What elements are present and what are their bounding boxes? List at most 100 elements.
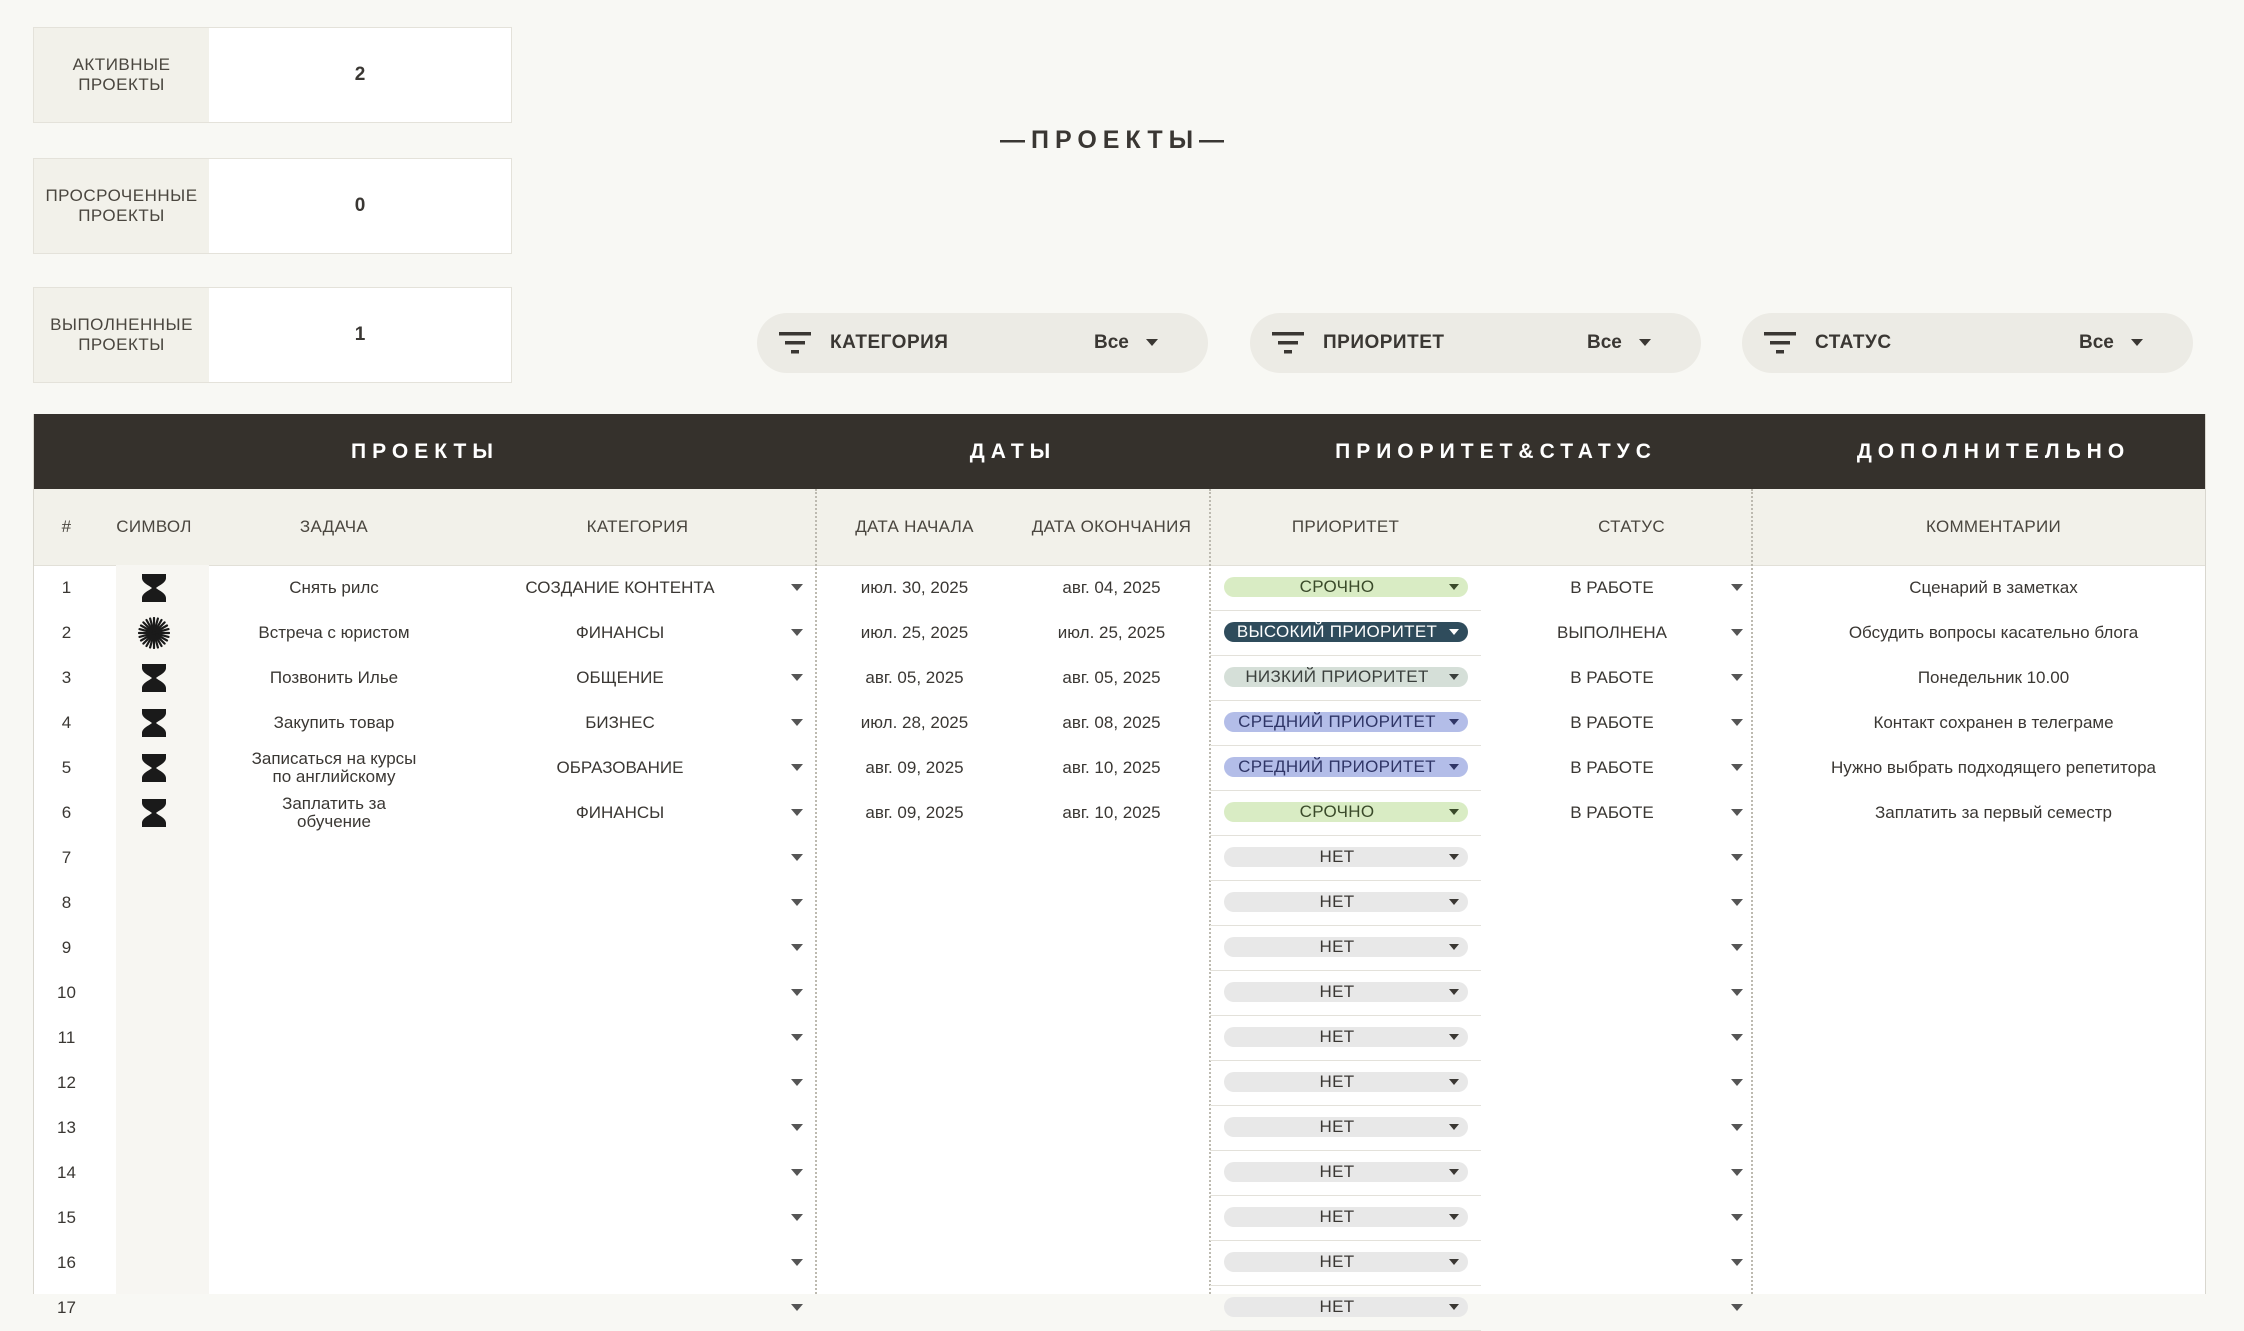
symbol-cell[interactable] <box>99 565 209 610</box>
start-date-cell[interactable]: авг. 09, 2025 <box>816 745 1013 790</box>
chevron-down-icon[interactable] <box>1731 629 1743 636</box>
chevron-down-icon[interactable] <box>791 629 803 636</box>
task-cell[interactable]: Закупить товар <box>209 700 459 745</box>
start-date-cell[interactable] <box>816 1150 1013 1195</box>
chevron-down-icon[interactable] <box>2131 339 2143 346</box>
chevron-down-icon[interactable] <box>1639 339 1651 346</box>
symbol-cell[interactable] <box>99 1150 209 1195</box>
status-cell[interactable] <box>1481 970 1743 1015</box>
symbol-cell[interactable] <box>99 880 209 925</box>
filter-priority[interactable]: ПРИОРИТЕТ Все <box>1250 313 1701 373</box>
end-date-cell[interactable] <box>1013 1060 1210 1105</box>
symbol-cell[interactable] <box>99 1240 209 1285</box>
status-cell[interactable]: В РАБОТЕ <box>1481 655 1743 700</box>
chevron-down-icon[interactable] <box>791 584 803 591</box>
status-cell[interactable] <box>1481 1015 1743 1060</box>
chevron-down-icon[interactable] <box>791 809 803 816</box>
status-cell[interactable] <box>1481 1150 1743 1195</box>
category-cell[interactable] <box>459 1015 781 1060</box>
priority-pill[interactable]: НЕТ <box>1224 847 1468 867</box>
task-cell[interactable] <box>209 1060 459 1105</box>
task-cell[interactable]: Позвонить Илье <box>209 655 459 700</box>
chevron-down-icon[interactable] <box>791 854 803 861</box>
end-date-cell[interactable]: авг. 10, 2025 <box>1013 745 1210 790</box>
start-date-cell[interactable] <box>816 1105 1013 1150</box>
symbol-cell[interactable] <box>99 835 209 880</box>
start-date-cell[interactable] <box>816 1240 1013 1285</box>
start-date-cell[interactable] <box>816 925 1013 970</box>
priority-pill[interactable]: НЕТ <box>1224 1207 1468 1227</box>
status-cell[interactable] <box>1481 1195 1743 1240</box>
chevron-down-icon[interactable] <box>791 674 803 681</box>
category-cell[interactable]: ОБРАЗОВАНИЕ <box>459 745 781 790</box>
end-date-cell[interactable]: июл. 25, 2025 <box>1013 610 1210 655</box>
task-cell[interactable] <box>209 1150 459 1195</box>
chevron-down-icon[interactable] <box>791 989 803 996</box>
task-cell[interactable] <box>209 880 459 925</box>
chevron-down-icon[interactable] <box>1146 339 1158 346</box>
symbol-cell[interactable] <box>99 700 209 745</box>
end-date-cell[interactable] <box>1013 1195 1210 1240</box>
symbol-cell[interactable] <box>99 925 209 970</box>
chevron-down-icon[interactable] <box>1731 809 1743 816</box>
symbol-cell[interactable] <box>99 1060 209 1105</box>
symbol-cell[interactable] <box>99 1285 209 1330</box>
comment-cell[interactable] <box>1782 970 2205 1015</box>
start-date-cell[interactable] <box>816 1060 1013 1105</box>
priority-pill[interactable]: НЕТ <box>1224 1027 1468 1047</box>
status-cell[interactable]: В РАБОТЕ <box>1481 745 1743 790</box>
end-date-cell[interactable] <box>1013 925 1210 970</box>
category-cell[interactable]: БИЗНЕС <box>459 700 781 745</box>
category-cell[interactable]: ОБЩЕНИЕ <box>459 655 781 700</box>
start-date-cell[interactable]: июл. 30, 2025 <box>816 565 1013 610</box>
priority-pill[interactable]: НЕТ <box>1224 1072 1468 1092</box>
comment-cell[interactable] <box>1782 1150 2205 1195</box>
category-cell[interactable]: СОЗДАНИЕ КОНТЕНТА <box>459 565 781 610</box>
chevron-down-icon[interactable] <box>1731 944 1743 951</box>
task-cell[interactable]: Встреча с юристом <box>209 610 459 655</box>
end-date-cell[interactable] <box>1013 835 1210 880</box>
chevron-down-icon[interactable] <box>791 764 803 771</box>
task-cell[interactable] <box>209 835 459 880</box>
category-cell[interactable] <box>459 1105 781 1150</box>
start-date-cell[interactable]: июл. 25, 2025 <box>816 610 1013 655</box>
comment-cell[interactable]: Обсудить вопросы касательно блога <box>1782 610 2205 655</box>
end-date-cell[interactable] <box>1013 1285 1210 1330</box>
chevron-down-icon[interactable] <box>791 1169 803 1176</box>
chevron-down-icon[interactable] <box>791 719 803 726</box>
comment-cell[interactable] <box>1782 1105 2205 1150</box>
priority-pill[interactable]: СРЕДНИЙ ПРИОРИТЕТ <box>1224 757 1468 777</box>
task-cell[interactable]: Записаться на курсы по английскому <box>209 745 459 790</box>
filter-status[interactable]: СТАТУС Все <box>1742 313 2193 373</box>
priority-pill[interactable]: СРОЧНО <box>1224 577 1468 597</box>
chevron-down-icon[interactable] <box>1731 854 1743 861</box>
task-cell[interactable] <box>209 1195 459 1240</box>
category-cell[interactable] <box>459 925 781 970</box>
chevron-down-icon[interactable] <box>791 899 803 906</box>
comment-cell[interactable] <box>1782 925 2205 970</box>
chevron-down-icon[interactable] <box>1731 1304 1743 1311</box>
priority-pill[interactable]: СРЕДНИЙ ПРИОРИТЕТ <box>1224 712 1468 732</box>
end-date-cell[interactable] <box>1013 1105 1210 1150</box>
task-cell[interactable] <box>209 1105 459 1150</box>
comment-cell[interactable]: Сценарий в заметках <box>1782 565 2205 610</box>
status-cell[interactable] <box>1481 1285 1743 1330</box>
start-date-cell[interactable] <box>816 970 1013 1015</box>
category-cell[interactable] <box>459 1060 781 1105</box>
start-date-cell[interactable] <box>816 1015 1013 1060</box>
symbol-cell[interactable] <box>99 610 209 655</box>
priority-pill[interactable]: НЕТ <box>1224 937 1468 957</box>
priority-pill[interactable]: НЕТ <box>1224 1252 1468 1272</box>
chevron-down-icon[interactable] <box>791 1304 803 1311</box>
task-cell[interactable] <box>209 970 459 1015</box>
comment-cell[interactable]: Нужно выбрать подходящего репетитора <box>1782 745 2205 790</box>
status-cell[interactable] <box>1481 925 1743 970</box>
end-date-cell[interactable]: авг. 10, 2025 <box>1013 790 1210 835</box>
status-cell[interactable]: В РАБОТЕ <box>1481 790 1743 835</box>
comment-cell[interactable] <box>1782 835 2205 880</box>
comment-cell[interactable] <box>1782 1015 2205 1060</box>
task-cell[interactable]: Заплатить за обучение <box>209 790 459 835</box>
category-cell[interactable] <box>459 1240 781 1285</box>
status-cell[interactable] <box>1481 1060 1743 1105</box>
start-date-cell[interactable] <box>816 880 1013 925</box>
